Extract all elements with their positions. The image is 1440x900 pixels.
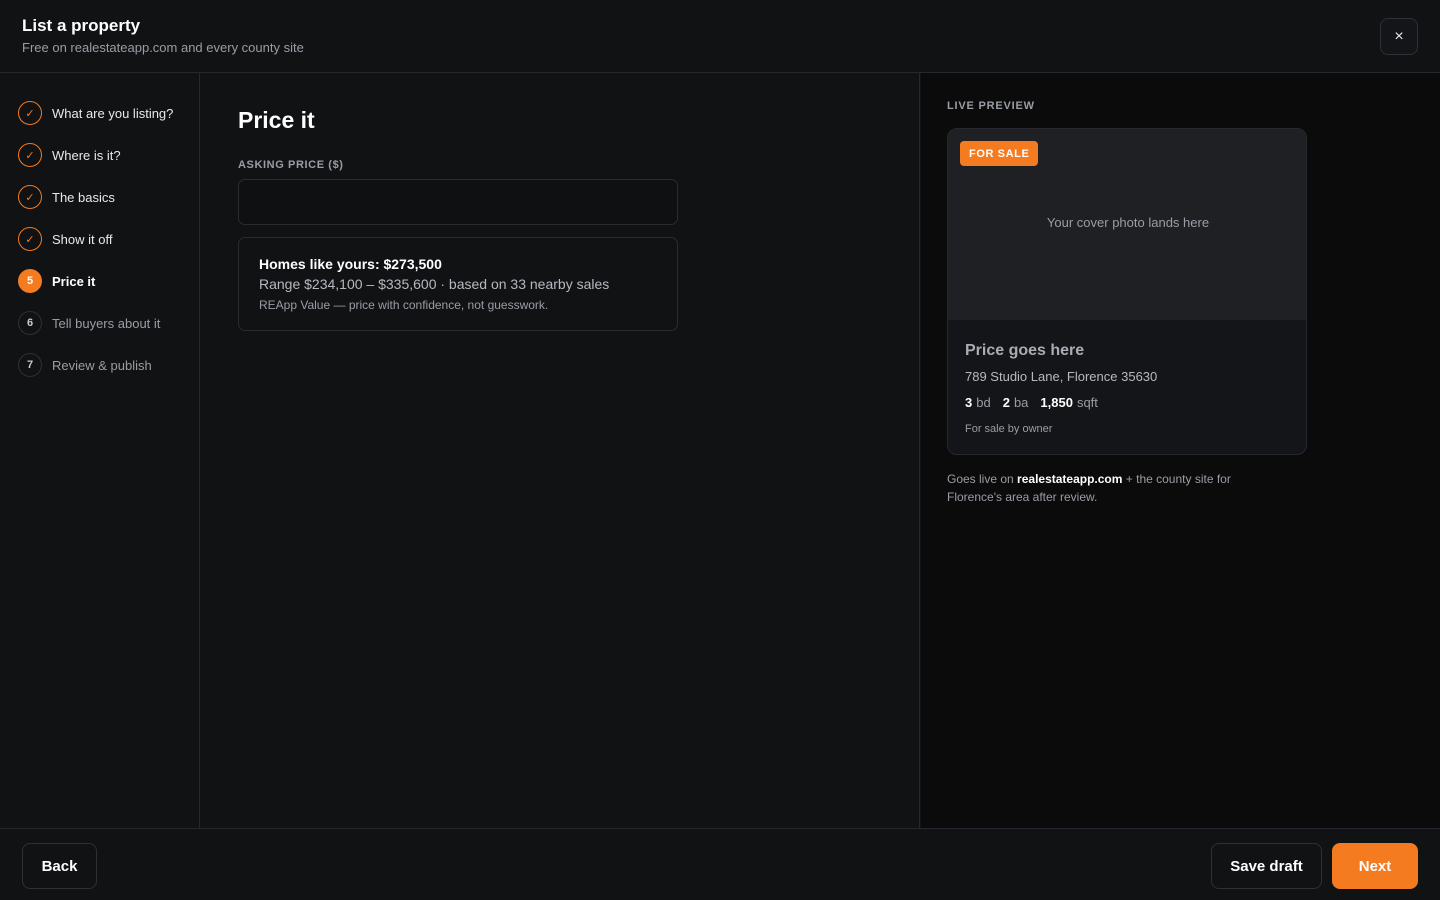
estimate-range: Range $234,100 – $335,600 · based on 33 … <box>259 276 610 292</box>
step-what-are-you-listing[interactable]: ✓ What are you listing? <box>18 101 173 125</box>
save-draft-button[interactable]: Save draft <box>1211 843 1322 889</box>
asking-price-input[interactable] <box>238 179 678 225</box>
go-live-prefix: Goes live on <box>947 472 1018 486</box>
footer-bar: Back Save draft Next <box>0 828 1440 900</box>
close-icon: × <box>1394 27 1404 45</box>
step-number: 5 <box>18 269 42 293</box>
step-where-is-it[interactable]: ✓ Where is it? <box>18 143 121 167</box>
beds-count: 3 <box>965 395 973 410</box>
step-price-it[interactable]: 5 Price it <box>18 269 95 293</box>
preview-address: 789 Studio Lane, Florence 35630 <box>965 369 1158 384</box>
header: List a property Free on realestateapp.co… <box>0 0 1440 73</box>
go-live-note: Goes live on realestateapp.com + the cou… <box>947 470 1277 506</box>
asking-price-label: ASKING PRICE ($) <box>238 159 344 171</box>
step-label: Review & publish <box>52 357 152 373</box>
checkmark-icon: ✓ <box>18 143 42 167</box>
go-live-site: realestateapp.com <box>1017 472 1123 486</box>
step-show-it-off[interactable]: ✓ Show it off <box>18 227 112 251</box>
step-label: Tell buyers about it <box>52 315 161 331</box>
price-estimate-card: Homes like yours: $273,500 Range $234,10… <box>238 237 678 331</box>
checkmark-icon: ✓ <box>18 227 42 251</box>
beds-unit: bd <box>976 395 991 410</box>
step-number: 7 <box>18 353 42 377</box>
live-preview-heading: LIVE PREVIEW <box>947 100 1035 112</box>
estimate-value: Homes like yours: $273,500 <box>259 256 442 272</box>
step-review-publish[interactable]: 7 Review & publish <box>18 353 152 377</box>
checkmark-icon: ✓ <box>18 185 42 209</box>
step-label: What are you listing? <box>52 105 174 121</box>
for-sale-badge: FOR SALE <box>960 141 1039 166</box>
step-tell-buyers[interactable]: 6 Tell buyers about it <box>18 311 160 335</box>
step-the-basics[interactable]: ✓ The basics <box>18 185 115 209</box>
preview-stats: 3 bd 2 ba 1,850 sqft <box>965 395 1110 410</box>
step-label: Show it off <box>52 231 113 247</box>
page-title: List a property <box>22 16 141 35</box>
step-number: 6 <box>18 311 42 335</box>
live-preview-pane: LIVE PREVIEW FOR SALE Your cover photo l… <box>921 73 1440 828</box>
close-button[interactable]: × <box>1380 18 1418 55</box>
preview-price: Price goes here <box>965 342 1085 359</box>
page-subtitle: Free on realestateapp.com and every coun… <box>22 40 304 55</box>
estimate-tagline: REApp Value — price with confidence, not… <box>259 298 549 312</box>
cover-photo-placeholder: FOR SALE Your cover photo lands here <box>948 129 1306 320</box>
steps-sidebar: ✓ What are you listing? ✓ Where is it? ✓… <box>0 73 200 828</box>
sqft-unit: sqft <box>1076 395 1098 410</box>
sqft-count: 1,850 <box>1040 395 1073 410</box>
next-button[interactable]: Next <box>1332 843 1418 889</box>
baths-unit: ba <box>1013 395 1029 410</box>
step-label: The basics <box>52 189 115 205</box>
main-form: Price it ASKING PRICE ($) Homes like you… <box>200 73 920 828</box>
checkmark-icon: ✓ <box>18 101 42 125</box>
seller-type: For sale by owner <box>965 423 1053 435</box>
section-title: Price it <box>238 107 315 133</box>
baths-count: 2 <box>1002 395 1010 410</box>
photo-placeholder-text: Your cover photo lands here <box>1046 215 1210 230</box>
step-label: Where is it? <box>52 147 121 163</box>
step-label: Price it <box>52 273 96 289</box>
listing-preview-card: FOR SALE Your cover photo lands here Pri… <box>947 128 1307 455</box>
back-button[interactable]: Back <box>22 843 97 889</box>
